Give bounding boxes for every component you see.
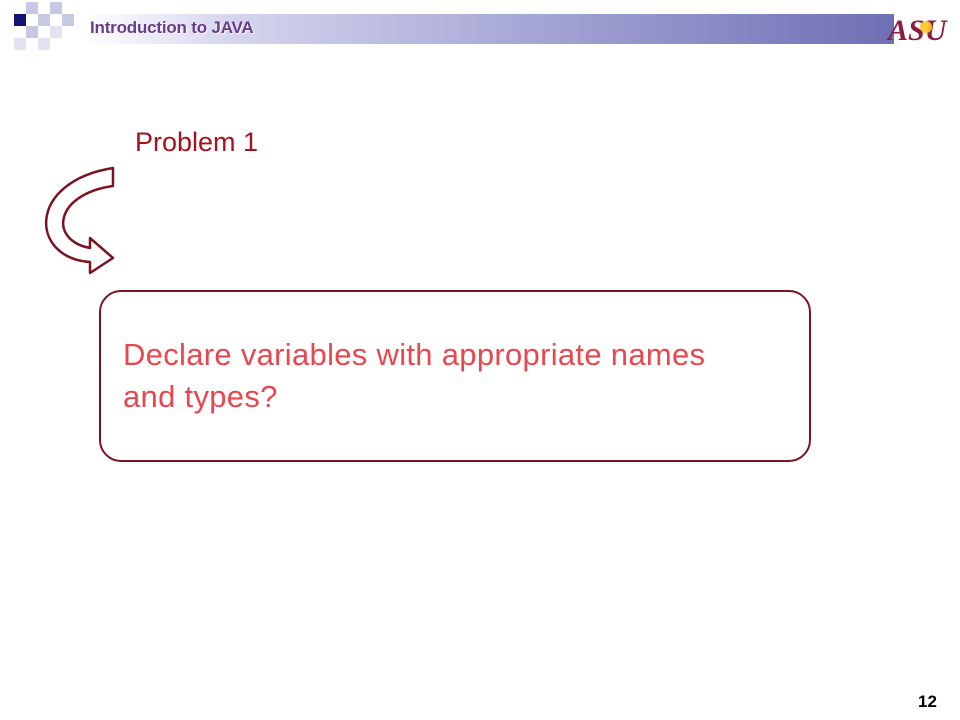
asu-logo-text: ASU bbox=[886, 14, 948, 46]
asu-logo: ASU bbox=[886, 14, 948, 46]
corner-decoration bbox=[14, 2, 74, 50]
page-number: 12 bbox=[918, 692, 937, 711]
curved-arrow-icon bbox=[44, 166, 115, 275]
question-box: Declare variables with appropriate names… bbox=[99, 290, 811, 462]
problem-label: Problem 1 bbox=[135, 127, 259, 157]
header-title: Introduction to JAVA bbox=[90, 18, 254, 37]
question-text: Declare variables with appropriate names… bbox=[123, 337, 706, 414]
